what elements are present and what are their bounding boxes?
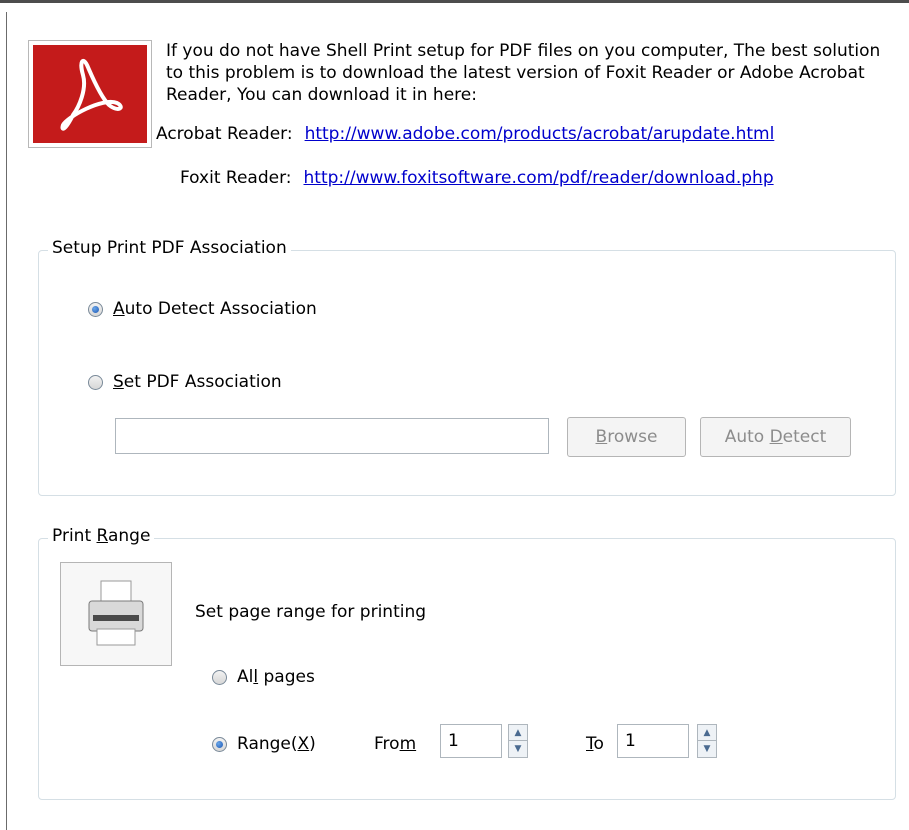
to-page-input[interactable]: 1: [617, 724, 689, 758]
all-pages-radio-row[interactable]: All pages: [212, 667, 315, 687]
pdf-icon: [33, 45, 147, 143]
printer-image: [60, 562, 172, 666]
from-spin-down-icon[interactable]: ▼: [509, 741, 527, 757]
acrobat-row: Acrobat Reader: http://www.adobe.com/prod…: [156, 124, 774, 144]
set-pdf-radio-row[interactable]: Set PDF Association: [88, 372, 282, 392]
foxit-label: Foxit Reader:: [180, 168, 292, 188]
print-range-group-title: Print Range: [48, 526, 155, 546]
set-pdf-label: Set PDF Association: [113, 372, 282, 392]
browse-button[interactable]: Browse: [567, 417, 686, 457]
from-label: From: [374, 734, 417, 754]
range-radio-row[interactable]: Range(X): [212, 734, 316, 754]
intro-text: If you do not have Shell Print setup for…: [166, 41, 881, 105]
acrobat-label: Acrobat Reader:: [156, 124, 293, 144]
pdf-logo: [28, 40, 152, 148]
printer-icon: [88, 580, 144, 646]
all-pages-label: All pages: [237, 667, 315, 687]
from-page-input[interactable]: 1: [440, 724, 502, 758]
acrobat-link[interactable]: http://www.adobe.com/products/acrobat/ar…: [305, 124, 775, 144]
auto-detect-radio-row[interactable]: Auto Detect Association: [88, 299, 317, 319]
range-radio[interactable]: [212, 736, 227, 752]
foxit-row: Foxit Reader: http://www.foxitsoftware.co…: [180, 168, 774, 188]
top-border: [0, 0, 909, 3]
pdf-path-input[interactable]: [115, 418, 549, 454]
range-label: Range(X): [237, 734, 316, 754]
auto-detect-label: Auto Detect Association: [113, 299, 317, 319]
to-spin-down-icon[interactable]: ▼: [698, 741, 716, 757]
to-spin-up-icon[interactable]: ▲: [698, 725, 716, 741]
all-pages-radio[interactable]: [212, 669, 227, 685]
auto-detect-radio[interactable]: [88, 301, 103, 317]
set-pdf-radio[interactable]: [88, 374, 103, 390]
print-range-description: Set page range for printing: [195, 602, 427, 622]
auto-detect-button[interactable]: Auto Detect: [700, 417, 851, 457]
left-border: [6, 12, 7, 830]
foxit-link[interactable]: http://www.foxitsoftware.com/pdf/reader/…: [304, 168, 774, 188]
to-page-spinner[interactable]: ▲ ▼: [697, 724, 717, 758]
from-spin-up-icon[interactable]: ▲: [509, 725, 527, 741]
to-label: To: [586, 734, 604, 754]
from-page-spinner[interactable]: ▲ ▼: [508, 724, 528, 758]
association-group-title: Setup Print PDF Association: [48, 238, 291, 258]
